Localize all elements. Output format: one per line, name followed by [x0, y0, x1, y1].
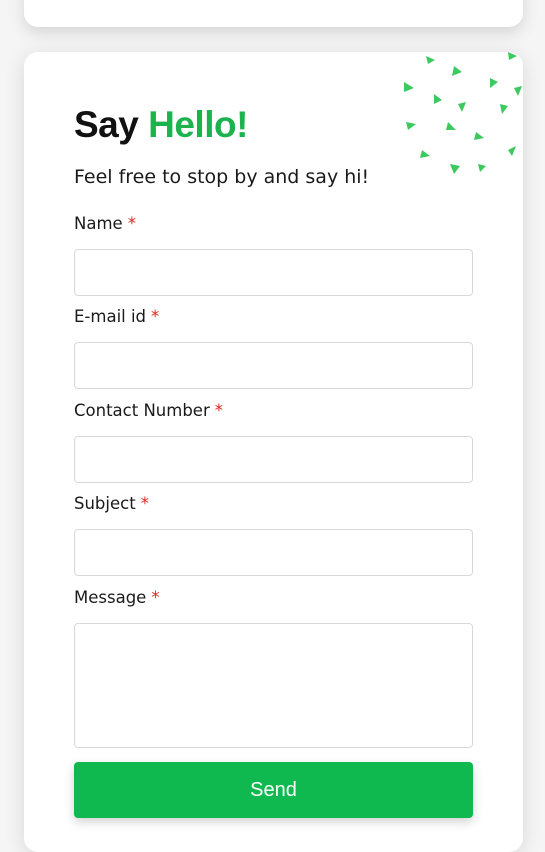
- title-accent: Hello!: [148, 104, 248, 145]
- title-prefix: Say: [74, 104, 139, 145]
- subject-label: Subject *: [74, 494, 149, 513]
- contact-number-label: Contact Number *: [74, 401, 223, 420]
- send-button[interactable]: Send: [74, 762, 473, 818]
- required-mark: *: [140, 494, 149, 513]
- message-label-text: Message: [74, 588, 147, 607]
- name-label-text: Name: [74, 214, 123, 233]
- contact-number-input[interactable]: [74, 436, 473, 483]
- message-label: Message *: [74, 588, 160, 607]
- contact-form-card: Say Hello! Feel free to stop by and say …: [24, 52, 523, 852]
- name-label: Name *: [74, 214, 136, 233]
- subtitle: Feel free to stop by and say hi!: [74, 166, 370, 188]
- required-mark: *: [214, 401, 223, 420]
- confetti-icon: [404, 52, 522, 174]
- email-label: E-mail id *: [74, 307, 159, 326]
- required-mark: *: [151, 588, 160, 607]
- required-mark: *: [151, 307, 160, 326]
- subject-input[interactable]: [74, 529, 473, 576]
- page-title: Say Hello!: [74, 104, 248, 146]
- previous-card: [24, 0, 523, 27]
- message-textarea[interactable]: [74, 623, 473, 748]
- name-input[interactable]: [74, 249, 473, 296]
- subject-label-text: Subject: [74, 494, 136, 513]
- email-input[interactable]: [74, 342, 473, 389]
- contact-number-label-text: Contact Number: [74, 401, 210, 420]
- required-mark: *: [127, 214, 136, 233]
- email-label-text: E-mail id: [74, 307, 147, 326]
